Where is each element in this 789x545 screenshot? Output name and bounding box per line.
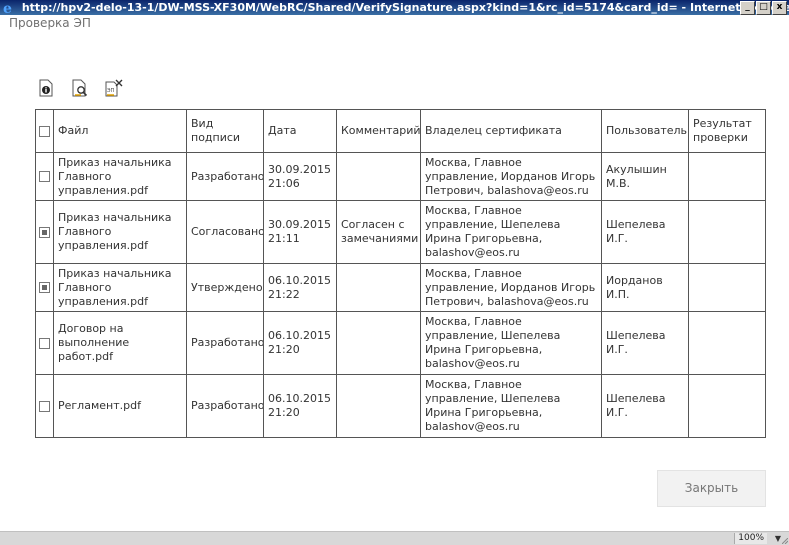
owner-cell: Москва, Главное управление, Шепелева Ири…	[420, 374, 602, 438]
comment-cell	[336, 263, 421, 313]
sign-type-cell: Разработано	[186, 151, 264, 202]
sign-type-cell: Утверждено	[186, 263, 264, 313]
result-cell	[688, 151, 766, 202]
zoom-dropdown-icon[interactable]: ▼	[775, 533, 781, 544]
user-cell: Шепелева И.Г.	[601, 311, 689, 376]
minimize-icon[interactable]: _	[740, 1, 755, 15]
select-all-cell	[35, 109, 54, 153]
close-icon[interactable]: x	[772, 1, 787, 15]
user-cell: Шепелева И.Г.	[601, 200, 689, 265]
comment-cell	[336, 374, 421, 438]
select-all-checkbox[interactable]	[39, 125, 50, 137]
date-cell: 06.10.2015 21:22	[263, 263, 337, 313]
sign-type-cell: Согласовано	[186, 200, 264, 265]
table-header-row: Файл Вид подписи Дата Комментарий Владел…	[35, 109, 766, 153]
row-checkbox[interactable]	[39, 171, 50, 183]
owner-cell: Москва, Главное управление, Иорданов Иго…	[420, 151, 602, 202]
row-select-cell	[35, 374, 54, 438]
window-title: http://hpv2-delo-13-1/DW-MSS-XF30M/WebRC…	[21, 1, 789, 14]
result-cell	[688, 200, 766, 265]
row-select-cell	[35, 311, 54, 376]
sign-type-cell: Разработано	[186, 374, 264, 438]
table-row[interactable]: Договор на выполнение работ.pdf Разработ…	[35, 311, 766, 376]
row-checkbox[interactable]	[39, 282, 50, 294]
row-checkbox[interactable]	[39, 400, 50, 412]
title-bar: e http://hpv2-delo-13-1/DW-MSS-XF30M/Web…	[0, 0, 789, 15]
info-document-icon[interactable]	[36, 78, 56, 98]
file-cell: Договор на выполнение работ.pdf	[53, 311, 187, 376]
date-cell: 30.09.2015 21:06	[263, 151, 337, 202]
comment-cell	[336, 151, 421, 202]
view-signature-icon[interactable]	[70, 78, 90, 98]
column-header-result[interactable]: Результат проверки	[688, 109, 766, 153]
owner-cell: Москва, Главное управление, Иорданов Иго…	[420, 263, 602, 313]
owner-cell: Москва, Главное управление, Шепелева Ири…	[420, 311, 602, 376]
delete-signature-icon[interactable]: ЭП	[104, 78, 124, 98]
date-cell: 06.10.2015 21:20	[263, 311, 337, 376]
result-cell	[688, 263, 766, 313]
toolbar: ЭП	[36, 78, 124, 98]
date-cell: 06.10.2015 21:20	[263, 374, 337, 438]
dialog-title: Проверка ЭП	[9, 16, 91, 30]
column-header-date[interactable]: Дата	[263, 109, 337, 153]
file-cell: Приказ начальника Главного управления.pd…	[53, 151, 187, 202]
browser-window: e http://hpv2-delo-13-1/DW-MSS-XF30M/Web…	[0, 0, 789, 545]
column-header-owner[interactable]: Владелец сертификата	[420, 109, 602, 153]
result-cell	[688, 374, 766, 438]
row-select-cell	[35, 200, 54, 265]
row-select-cell	[35, 151, 54, 202]
result-cell	[688, 311, 766, 376]
comment-cell: Согласен с замечаниями	[336, 200, 421, 265]
owner-cell: Москва, Главное управление, Шепелева Ири…	[420, 200, 602, 265]
user-cell: Акулышин М.В.	[601, 151, 689, 202]
comment-cell	[336, 311, 421, 376]
status-bar: 100% ▼	[0, 531, 789, 545]
row-checkbox[interactable]	[39, 226, 50, 238]
resize-grip-icon[interactable]	[782, 538, 788, 544]
column-header-sign-type[interactable]: Вид подписи	[186, 109, 264, 153]
table-row[interactable]: Приказ начальника Главного управления.pd…	[35, 200, 766, 265]
table-row[interactable]: Приказ начальника Главного управления.pd…	[35, 263, 766, 313]
user-cell: Шепелева И.Г.	[601, 374, 689, 438]
table-row[interactable]: Приказ начальника Главного управления.pd…	[35, 151, 766, 202]
file-cell: Приказ начальника Главного управления.pd…	[53, 200, 187, 265]
table-row[interactable]: Регламент.pdf Разработано 06.10.2015 21:…	[35, 374, 766, 438]
file-cell: Регламент.pdf	[53, 374, 187, 438]
dialog-header: Проверка ЭП	[0, 15, 789, 45]
file-cell: Приказ начальника Главного управления.pd…	[53, 263, 187, 313]
date-cell: 30.09.2015 21:11	[263, 200, 337, 265]
sign-type-cell: Разработано	[186, 311, 264, 376]
svg-text:e: e	[3, 1, 12, 14]
zoom-level[interactable]: 100%	[734, 533, 767, 544]
column-header-file[interactable]: Файл	[53, 109, 187, 153]
close-button[interactable]: Закрыть	[657, 470, 766, 507]
maximize-icon[interactable]: □	[756, 1, 771, 15]
window-controls: _ □ x	[740, 1, 787, 15]
user-cell: Иорданов И.П.	[601, 263, 689, 313]
ie-icon: e	[3, 1, 12, 14]
row-checkbox[interactable]	[39, 337, 50, 349]
column-header-comment[interactable]: Комментарий	[336, 109, 421, 153]
svg-text:ЭП: ЭП	[107, 88, 114, 94]
row-select-cell	[35, 263, 54, 313]
column-header-user[interactable]: Пользователь	[601, 109, 689, 153]
signatures-table: Файл Вид подписи Дата Комментарий Владел…	[35, 109, 766, 438]
